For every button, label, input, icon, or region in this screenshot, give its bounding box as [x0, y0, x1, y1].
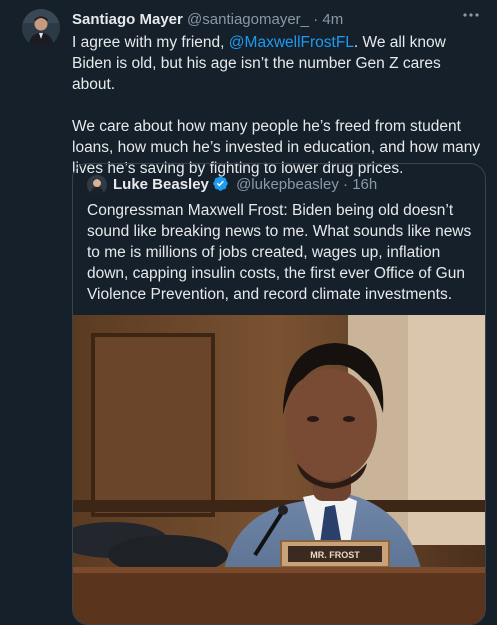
more-dots-icon[interactable]	[459, 6, 483, 26]
mention-link[interactable]: @MaxwellFrostFL	[229, 34, 354, 51]
tweet[interactable]: Santiago Mayer @santiagomayer_ · 4m I ag…	[0, 0, 497, 625]
quote-header: Luke Beasley @lukepbeasley · 16h	[87, 174, 475, 196]
quote-author-avatar[interactable]	[87, 175, 107, 196]
author-handle[interactable]: @santiagomayer_	[187, 11, 309, 28]
quoted-tweet[interactable]: Luke Beasley @lukepbeasley · 16h Congres…	[72, 163, 486, 625]
tweet-text-part1: I agree with my friend,	[72, 34, 229, 51]
quote-author-handle[interactable]: @lukepbeasley	[236, 176, 339, 193]
tweet-time[interactable]: 4m	[322, 11, 343, 28]
author-avatar[interactable]	[22, 9, 60, 47]
tweet-header: Santiago Mayer @santiagomayer_ · 4m	[72, 10, 477, 30]
verified-badge-icon	[212, 175, 229, 199]
nameplate-text: MR. FROST	[310, 550, 360, 560]
tweet-text: I agree with my friend, @MaxwellFrostFL.…	[72, 32, 488, 179]
quote-photo[interactable]: MR. FROST	[73, 315, 485, 624]
header-separator: ·	[313, 11, 319, 28]
author-name[interactable]: Santiago Mayer	[72, 11, 183, 28]
tweet-paragraph-1: I agree with my friend, @MaxwellFrostFL.…	[72, 32, 488, 95]
quote-author-name[interactable]: Luke Beasley	[113, 176, 209, 193]
quote-time[interactable]: 16h	[352, 176, 377, 193]
quote-text: Congressman Maxwell Frost: Biden being o…	[87, 202, 472, 303]
quote-separator: ·	[343, 176, 349, 193]
